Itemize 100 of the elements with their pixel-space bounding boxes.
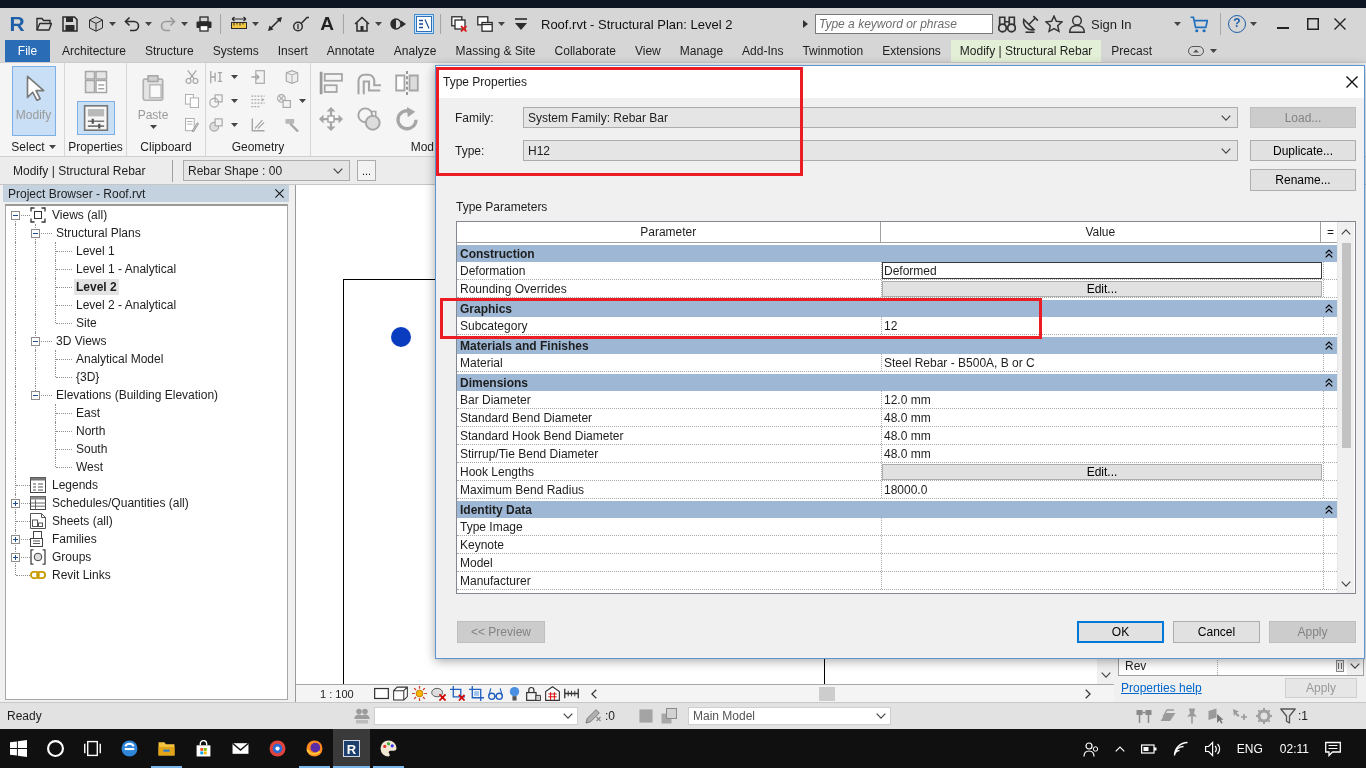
caret-icon[interactable] xyxy=(498,22,505,26)
ribbon-tab[interactable]: Twinmotion xyxy=(793,40,873,62)
tree-item[interactable]: Level 1 - Analytical xyxy=(74,261,179,277)
crop-cross-icon[interactable] xyxy=(449,686,465,701)
expand-box-icon[interactable] xyxy=(11,552,20,562)
windows-cross-icon[interactable] xyxy=(449,14,469,34)
vertical-scrollbar[interactable] xyxy=(1337,222,1354,593)
clipboard-icon[interactable] xyxy=(140,75,166,101)
ribbon-tab[interactable]: Extensions xyxy=(873,40,950,62)
dialog-button[interactable]: OK xyxy=(1077,621,1164,643)
scroll-thumb[interactable] xyxy=(1341,243,1351,448)
four-tiles-icon[interactable] xyxy=(10,740,27,757)
tree-item[interactable]: Analytical Model xyxy=(74,351,166,367)
thin-lines-icon[interactable] xyxy=(414,14,434,34)
house-icon[interactable] xyxy=(352,14,372,34)
tree-item[interactable]: {3D} xyxy=(74,369,102,385)
ringed-circle-icon[interactable] xyxy=(269,740,286,757)
layered-squares-icon[interactable] xyxy=(661,708,677,724)
chevron-down-icon[interactable] xyxy=(563,713,573,719)
ring-icon[interactable] xyxy=(47,740,64,757)
face-pointer-icon[interactable] xyxy=(1208,708,1224,724)
language-indicator[interactable]: ENG xyxy=(1236,741,1263,756)
close-icon[interactable] xyxy=(275,189,284,198)
double-chevron-up-icon[interactable] xyxy=(1325,249,1333,258)
slider-sheet-icon[interactable] xyxy=(76,100,115,135)
bracket-ticks-icon[interactable] xyxy=(563,686,579,701)
search-field[interactable]: Type a keyword or phrase xyxy=(815,14,993,34)
circle-leader-icon[interactable] xyxy=(291,14,311,34)
ribbon-tab[interactable]: Manage xyxy=(670,40,733,62)
sun-icon[interactable] xyxy=(411,686,427,701)
edit-button[interactable]: Edit... xyxy=(882,463,1322,480)
double-chevron-up-icon[interactable] xyxy=(1325,304,1333,313)
side-button[interactable]: Duplicate... xyxy=(1250,140,1356,161)
double-chevron-up-icon[interactable] xyxy=(1325,378,1333,387)
grip-button-icon[interactable] xyxy=(1336,660,1344,672)
cube-icon[interactable] xyxy=(86,14,106,34)
type-dropdown[interactable]: H12 xyxy=(523,140,1238,161)
ribbon-tab[interactable]: Structure xyxy=(136,40,203,62)
model-dropdown[interactable]: Main Model xyxy=(688,707,891,725)
close-icon[interactable] xyxy=(1346,76,1358,88)
pencil-icon[interactable] xyxy=(585,708,601,724)
shopping-bag-icon[interactable] xyxy=(195,740,212,757)
column-header[interactable]: = xyxy=(1324,222,1337,242)
ribbon-tab[interactable]: Add-Ins xyxy=(733,40,793,62)
chevron-down-icon[interactable] xyxy=(1341,581,1351,587)
dialog-button[interactable]: Cancel xyxy=(1173,621,1260,643)
chevron-down-icon[interactable] xyxy=(1350,663,1360,669)
caret-icon[interactable] xyxy=(228,99,241,103)
ribbon-tab[interactable]: Massing & Site xyxy=(446,40,545,62)
stacked-windows-icon[interactable] xyxy=(475,14,495,34)
caret-icon[interactable] xyxy=(296,99,309,103)
collapse-box-icon[interactable] xyxy=(31,390,40,400)
mirror-halves-icon[interactable] xyxy=(393,69,421,97)
expand-box-icon[interactable] xyxy=(11,498,20,508)
value-input[interactable]: Deformed xyxy=(882,262,1322,279)
caret-icon[interactable] xyxy=(252,22,259,26)
chevron-down-icon[interactable] xyxy=(1221,147,1231,154)
envelope-icon[interactable] xyxy=(232,740,249,757)
caret-icon[interactable] xyxy=(1174,22,1181,26)
chevron-down-icon[interactable] xyxy=(876,713,886,719)
caret-icon[interactable] xyxy=(109,22,116,26)
ribbon-tab[interactable]: View xyxy=(625,40,670,62)
satellite-dish-icon[interactable] xyxy=(1021,15,1039,33)
bracketed-rectangle-icon[interactable] xyxy=(84,740,101,757)
caret-icon[interactable] xyxy=(228,75,241,79)
tree-item[interactable]: Sheets (all) xyxy=(50,513,115,529)
rebar-shape-dropdown[interactable]: Rebar Shape : 00 xyxy=(183,160,350,181)
caret-icon[interactable] xyxy=(48,144,56,149)
collapse-box-icon[interactable] xyxy=(11,210,20,220)
ribbon-tab[interactable]: Annotate xyxy=(317,40,384,62)
ribbon-tab[interactable]: File xyxy=(5,40,50,62)
column-header[interactable]: Parameter xyxy=(457,222,881,242)
printer-icon[interactable] xyxy=(194,14,214,34)
double-chevron-up-icon[interactable] xyxy=(1325,341,1333,350)
chevron-right-icon[interactable] xyxy=(1085,688,1091,699)
tree-item[interactable]: Schedules/Quantities (all) xyxy=(50,495,191,511)
ribbon-tab[interactable]: Analyze xyxy=(384,40,446,62)
building-grid-icon[interactable] xyxy=(544,686,560,701)
cart-icon[interactable] xyxy=(1190,15,1208,33)
square-outline-icon[interactable] xyxy=(373,686,389,701)
expand-box-icon[interactable] xyxy=(11,534,20,544)
double-chevron-up-icon[interactable] xyxy=(1325,505,1333,514)
glasses-icon[interactable] xyxy=(487,686,503,701)
shadow-cross-icon[interactable] xyxy=(430,686,446,701)
clock[interactable]: 02:11 xyxy=(1279,741,1309,756)
tree-item[interactable]: Legends xyxy=(50,477,101,493)
tree-item[interactable]: Groups xyxy=(50,549,94,565)
column-header[interactable]: Value xyxy=(880,222,1322,242)
type-dropdown[interactable]: System Family: Rebar Bar xyxy=(523,107,1238,128)
ribbon-tab[interactable]: Collaborate xyxy=(545,40,625,62)
edit-button[interactable]: Edit... xyxy=(882,280,1322,297)
ribbon-tab[interactable]: Modify | Structural Rebar xyxy=(950,40,1102,62)
diagonal-arrow-icon[interactable] xyxy=(265,14,285,34)
sign-in-button[interactable]: Sign In xyxy=(1068,13,1170,35)
ribbon-tab[interactable]: Insert xyxy=(268,40,317,62)
caret-icon[interactable] xyxy=(145,22,152,26)
browser-disc-icon[interactable] xyxy=(121,740,138,757)
chevron-down-icon[interactable] xyxy=(1100,672,1111,678)
undo-arrow-icon[interactable] xyxy=(122,14,142,34)
caret-icon[interactable] xyxy=(228,123,241,127)
